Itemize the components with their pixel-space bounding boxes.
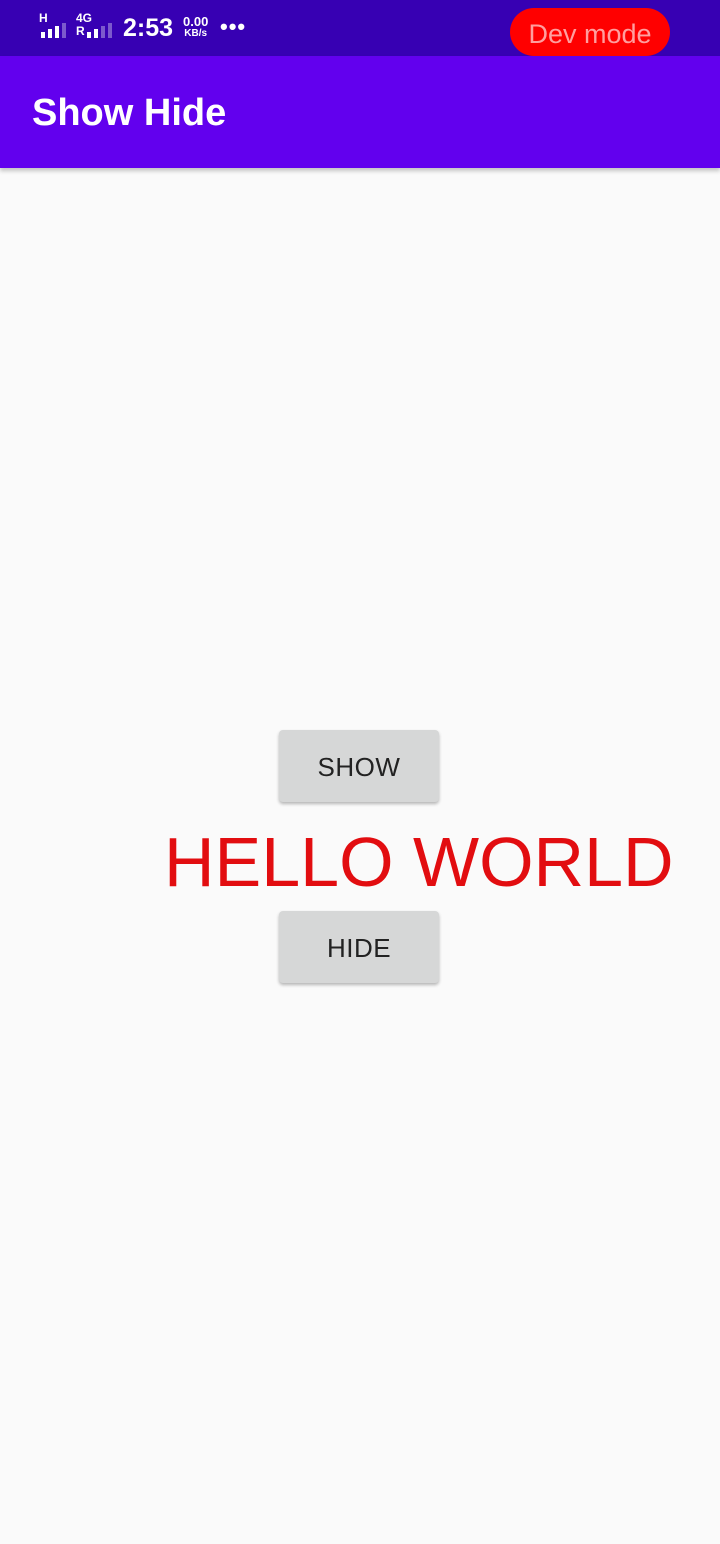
more-notifications-icon: ••• [220,14,247,39]
dev-mode-badge[interactable]: Dev mode [510,8,670,56]
network-speed: 0.00 KB/s [183,15,208,39]
app-bar: Show Hide [0,56,720,168]
show-button[interactable]: SHOW [279,730,439,802]
network-speed-value: 0.00 [183,14,209,29]
status-clock: 2:53 [123,14,174,42]
roaming-indicator: R [76,24,85,38]
hide-button[interactable]: HIDE [279,911,439,983]
network-speed-unit: KB/s [184,28,208,39]
app-title: Show Hide [32,92,227,134]
sim1-signal-icon: H [39,12,73,40]
sim2-signal-icon: 4G R [76,12,112,40]
status-bar: H 4G R 2:53 0.00 KB/s ••• Dev mode [0,0,720,56]
hello-world-text: HELLO WORLD [164,823,674,901]
